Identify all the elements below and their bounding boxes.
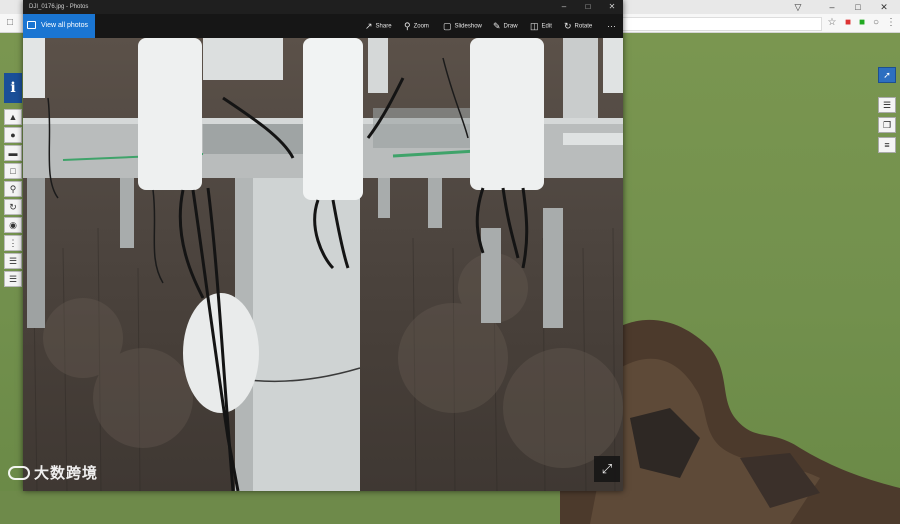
minimize-button[interactable]: –	[553, 0, 575, 14]
layers-tool-icon[interactable]: ☰	[4, 253, 22, 269]
edit-icon: ◫	[530, 21, 539, 31]
watermark-text: 大数跨境	[34, 464, 99, 482]
slideshow-icon: ▢	[443, 21, 452, 31]
share-label: Share	[375, 23, 392, 30]
list-icon[interactable]: ≡	[878, 137, 896, 153]
photos-command-bar: View all photos ↗ Share ⚲ Zoom ▢ Slideshow …	[23, 14, 623, 38]
extension-icon-3[interactable]: ○	[870, 17, 882, 29]
star-icon[interactable]: ☆	[826, 17, 838, 29]
zoom-label: Zoom	[413, 23, 429, 30]
share-icon: ↗	[365, 21, 373, 31]
browser-close-button[interactable]: ✕	[872, 0, 896, 14]
photos-title: DJI_0176.jpg - Photos	[29, 4, 89, 10]
slideshow-button[interactable]: ▢ Slideshow	[443, 14, 482, 38]
left-toolbar: ▲ ● ▬ □ ⚲ ↻ ◉ ⋮ ☰ ☰	[4, 109, 22, 289]
list-tool-icon[interactable]: ☰	[4, 271, 22, 287]
zoom-button[interactable]: ⚲ Zoom	[404, 14, 429, 38]
share-viewer-icon[interactable]: ➚	[878, 67, 896, 83]
app-logo[interactable]: i	[4, 73, 22, 103]
maximize-button[interactable]: □	[577, 0, 599, 14]
browser-menu-icon[interactable]: ⋮	[885, 17, 897, 29]
page-icon: □	[6, 17, 14, 28]
measure-tool-icon[interactable]: ▬	[4, 145, 22, 161]
close-button[interactable]: ✕	[601, 0, 623, 14]
browser-user-button[interactable]: ▽	[786, 0, 810, 14]
select-tool-icon[interactable]: ▲	[4, 109, 22, 125]
photos-icon	[27, 21, 36, 29]
rotate-button[interactable]: ↻ Rotate	[564, 14, 592, 38]
search-tool-icon[interactable]: ⚲	[4, 181, 22, 197]
extension-icon[interactable]: ■	[842, 17, 854, 29]
more-icon: ···	[607, 21, 616, 31]
rotate-icon: ↻	[564, 21, 572, 31]
extension-icon-2[interactable]: ■	[856, 17, 868, 29]
camera-tool-icon[interactable]: ◉	[4, 217, 22, 233]
photos-title-bar: DJI_0176.jpg - Photos – □ ✕	[23, 0, 623, 14]
browser-maximize-button[interactable]: □	[846, 0, 870, 14]
area-tool-icon[interactable]: □	[4, 163, 22, 179]
draw-button[interactable]: ✎ Draw	[493, 14, 518, 38]
view-all-photos-button[interactable]: View all photos	[23, 14, 95, 38]
right-toolbar: ➚ ☰ ❐ ≡	[878, 67, 896, 157]
photos-window: DJI_0176.jpg - Photos – □ ✕ View all pho…	[23, 0, 623, 491]
zoom-icon: ⚲	[404, 21, 411, 31]
footprint-tool-icon[interactable]: ⋮	[4, 235, 22, 251]
tower-photo	[23, 38, 623, 491]
copy-icon[interactable]: ❐	[878, 117, 896, 133]
draw-label: Draw	[503, 23, 518, 30]
point-tool-icon[interactable]: ●	[4, 127, 22, 143]
layers-icon[interactable]: ☰	[878, 97, 896, 113]
share-button[interactable]: ↗ Share	[365, 14, 392, 38]
rotate-tool-icon[interactable]: ↻	[4, 199, 22, 215]
fullscreen-expand-icon[interactable]: ⤢	[594, 456, 620, 482]
edit-button[interactable]: ◫ Edit	[530, 14, 552, 38]
draw-icon: ✎	[493, 21, 501, 31]
address-bar[interactable]	[620, 17, 822, 31]
slideshow-label: Slideshow	[454, 23, 482, 30]
edit-label: Edit	[541, 23, 552, 30]
watermark-logo: 大数跨境	[8, 462, 98, 483]
rotate-label: Rotate	[574, 23, 593, 30]
watermark-mark-icon	[8, 466, 30, 480]
more-button[interactable]: ···	[607, 14, 616, 38]
browser-minimize-button[interactable]: –	[820, 0, 844, 14]
photo-canvas[interactable]: ← ▣ 🗑 →	[23, 38, 623, 491]
view-all-label: View all photos	[41, 22, 88, 29]
